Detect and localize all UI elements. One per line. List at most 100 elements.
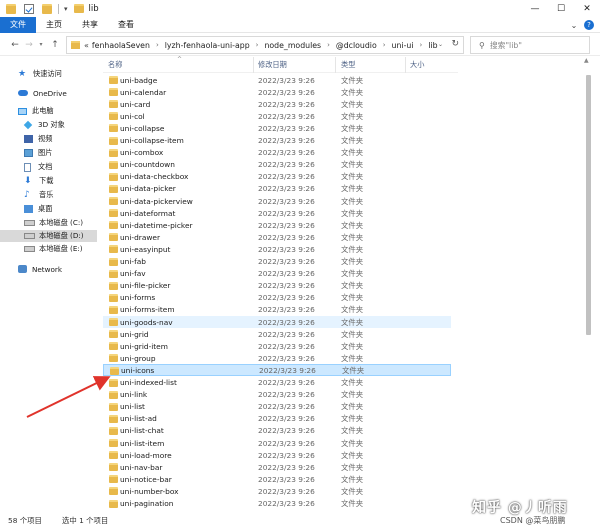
sidebar-item-onedrive[interactable]: OneDrive (0, 87, 97, 99)
sidebar-item-desktop[interactable]: 桌面 (0, 203, 97, 215)
tab-file[interactable]: 文件 (0, 16, 36, 33)
close-button[interactable]: ✕ (574, 0, 600, 17)
table-row[interactable]: uni-nav-bar 2022/3/23 9:26 文件夹 (103, 461, 451, 473)
properties-icon[interactable] (24, 3, 34, 14)
scrollbar-thumb[interactable] (586, 75, 591, 335)
table-row[interactable]: uni-list-chat 2022/3/23 9:26 文件夹 (103, 425, 451, 437)
table-row[interactable]: uni-forms 2022/3/23 9:26 文件夹 (103, 292, 451, 304)
table-row[interactable]: uni-goods-nav 2022/3/23 9:26 文件夹 (103, 316, 451, 328)
table-row[interactable]: uni-data-pickerview 2022/3/23 9:26 文件夹 (103, 195, 451, 207)
address-bar[interactable]: « fenhaolaSeven › lyzh-fenhaola-uni-app … (66, 36, 464, 54)
sidebar-item-downloads[interactable]: ⬇ 下载 (0, 175, 97, 187)
table-row[interactable]: uni-link 2022/3/23 9:26 文件夹 (103, 389, 451, 401)
breadcrumb-separator-icon[interactable]: › (256, 41, 259, 49)
breadcrumb-item[interactable]: node_modules (264, 41, 321, 50)
table-row[interactable]: uni-collapse 2022/3/23 9:26 文件夹 (103, 122, 451, 134)
breadcrumb-separator-icon[interactable]: › (156, 41, 159, 49)
table-row[interactable]: uni-notice-bar 2022/3/23 9:26 文件夹 (103, 473, 451, 485)
file-date: 2022/3/23 9:26 (258, 75, 315, 85)
table-row[interactable]: uni-dateformat 2022/3/23 9:26 文件夹 (103, 207, 451, 219)
table-row[interactable]: uni-list-item 2022/3/23 9:26 文件夹 (103, 437, 451, 449)
table-row[interactable]: uni-forms-item 2022/3/23 9:26 文件夹 (103, 304, 451, 316)
table-row[interactable]: uni-calendar 2022/3/23 9:26 文件夹 (103, 86, 451, 98)
folder-icon[interactable] (6, 3, 16, 14)
sidebar-item-drive-d[interactable]: 本地磁盘 (D:) (0, 230, 97, 242)
table-row[interactable]: uni-load-more 2022/3/23 9:26 文件夹 (103, 449, 451, 461)
sidebar-item-pictures[interactable]: 图片 (0, 147, 97, 159)
table-row[interactable]: uni-list-ad 2022/3/23 9:26 文件夹 (103, 413, 451, 425)
sidebar-item-3d-objects[interactable]: 3D 对象 (0, 119, 97, 131)
forward-button[interactable]: → (22, 40, 36, 50)
sidebar-item-label: 文档 (38, 162, 53, 171)
column-date[interactable]: 修改日期 (258, 60, 287, 70)
customize-toolbar-icon[interactable]: ▾ (64, 5, 68, 13)
sidebar-item-quick-access[interactable]: ★ 快速访问 (0, 68, 97, 80)
table-row[interactable]: uni-data-picker 2022/3/23 9:26 文件夹 (103, 183, 451, 195)
sidebar-item-documents[interactable]: 文档 (0, 161, 97, 173)
table-row[interactable]: uni-fab 2022/3/23 9:26 文件夹 (103, 256, 451, 268)
expand-ribbon-icon[interactable]: ⌄ (567, 21, 581, 30)
maximize-button[interactable]: ☐ (548, 0, 574, 17)
tab-view[interactable]: 查看 (108, 17, 144, 33)
refresh-icon[interactable]: ↻ (451, 39, 459, 49)
table-row[interactable]: uni-collapse-item 2022/3/23 9:26 文件夹 (103, 135, 451, 147)
table-row[interactable]: uni-fav 2022/3/23 9:26 文件夹 (103, 268, 451, 280)
overflow-chevron-icon[interactable]: « (84, 41, 89, 50)
sidebar-item-network[interactable]: Network (0, 263, 97, 275)
scroll-up-icon[interactable]: ▲ (584, 57, 589, 64)
navigation-pane: ★ 快速访问 OneDrive 此电脑 3D 对象 视频 图片 文档 ⬇ 下载 … (0, 57, 97, 509)
column-name[interactable]: 名称 (108, 60, 122, 70)
sidebar-item-label: 本地磁盘 (E:) (39, 244, 83, 253)
table-row[interactable]: uni-grid 2022/3/23 9:26 文件夹 (103, 328, 451, 340)
breadcrumb-separator-icon[interactable]: › (383, 41, 386, 49)
column-divider[interactable] (335, 57, 336, 73)
table-row[interactable]: uni-list 2022/3/23 9:26 文件夹 (103, 401, 451, 413)
breadcrumb-separator-icon[interactable]: › (327, 41, 330, 49)
table-row[interactable]: uni-icons 2022/3/23 9:26 文件夹 (103, 364, 451, 377)
table-row[interactable]: uni-easyinput 2022/3/23 9:26 文件夹 (103, 243, 451, 255)
recent-locations-icon[interactable]: ▾ (36, 41, 46, 48)
breadcrumb-item[interactable]: @dcloudio (336, 41, 377, 50)
table-row[interactable]: uni-drawer 2022/3/23 9:26 文件夹 (103, 231, 451, 243)
minimize-button[interactable]: — (522, 0, 548, 17)
table-row[interactable]: uni-combox 2022/3/23 9:26 文件夹 (103, 147, 451, 159)
table-row[interactable]: uni-card 2022/3/23 9:26 文件夹 (103, 98, 451, 110)
column-divider[interactable] (253, 57, 254, 73)
new-folder-icon[interactable] (42, 3, 52, 14)
table-row[interactable]: uni-badge 2022/3/23 9:26 文件夹 (103, 74, 451, 86)
table-row[interactable]: uni-file-picker 2022/3/23 9:26 文件夹 (103, 280, 451, 292)
back-button[interactable]: ← (8, 40, 22, 50)
file-type: 文件夹 (341, 438, 364, 448)
address-dropdown-icon[interactable]: ⌄ (438, 41, 443, 48)
tab-home[interactable]: 主页 (36, 17, 72, 33)
help-icon[interactable]: ? (584, 20, 594, 30)
search-input[interactable]: ⚲ 搜索"lib" (470, 36, 590, 54)
tab-share[interactable]: 共享 (72, 17, 108, 33)
vertical-scrollbar[interactable]: ▲ (582, 57, 594, 509)
breadcrumb-item[interactable]: uni-ui (392, 41, 414, 50)
breadcrumb-item[interactable]: lyzh-fenhaola-uni-app (165, 41, 250, 50)
table-row[interactable]: uni-data-checkbox 2022/3/23 9:26 文件夹 (103, 171, 451, 183)
file-date: 2022/3/23 9:26 (258, 232, 315, 242)
table-row[interactable]: uni-indexed-list 2022/3/23 9:26 文件夹 (103, 377, 451, 389)
table-row[interactable]: uni-col 2022/3/23 9:26 文件夹 (103, 110, 451, 122)
sidebar-item-this-pc[interactable]: 此电脑 (0, 105, 97, 117)
sidebar-item-drive-e[interactable]: 本地磁盘 (E:) (0, 243, 97, 255)
column-size[interactable]: 大小 (410, 60, 424, 70)
column-divider[interactable] (405, 57, 406, 73)
column-type[interactable]: 类型 (341, 60, 355, 70)
table-row[interactable]: uni-number-box 2022/3/23 9:26 文件夹 (103, 485, 451, 497)
table-row[interactable]: uni-grid-item 2022/3/23 9:26 文件夹 (103, 340, 451, 352)
table-row[interactable]: uni-pagination 2022/3/23 9:26 文件夹 (103, 498, 451, 510)
sidebar-item-videos[interactable]: 视频 (0, 133, 97, 145)
sidebar-item-music[interactable]: ♪ 音乐 (0, 189, 97, 201)
up-button[interactable]: ↑ (48, 40, 62, 50)
sidebar-item-drive-c[interactable]: 本地磁盘 (C:) (0, 217, 97, 229)
breadcrumb-item[interactable]: fenhaolaSeven (92, 41, 150, 50)
breadcrumb-separator-icon[interactable]: › (420, 41, 423, 49)
table-row[interactable]: uni-group 2022/3/23 9:26 文件夹 (103, 352, 451, 364)
breadcrumb-item[interactable]: lib (428, 41, 437, 50)
table-row[interactable]: uni-countdown 2022/3/23 9:26 文件夹 (103, 159, 451, 171)
column-header: ^ 名称 修改日期 类型 大小 (103, 56, 458, 73)
table-row[interactable]: uni-datetime-picker 2022/3/23 9:26 文件夹 (103, 219, 451, 231)
